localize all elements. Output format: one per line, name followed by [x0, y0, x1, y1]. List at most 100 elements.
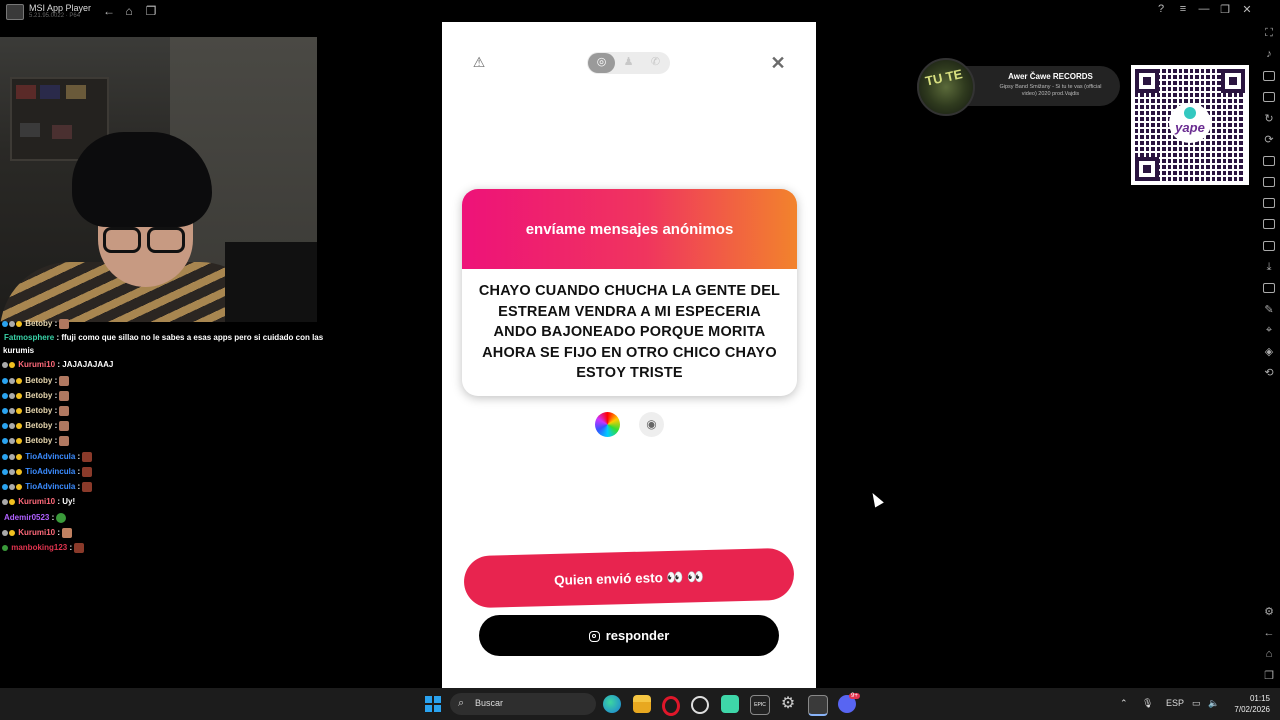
apk-install-icon[interactable]: ⤓: [1261, 261, 1277, 274]
network-icon[interactable]: ▭: [1192, 698, 1201, 709]
yape-qr-code: yape: [1131, 65, 1249, 185]
discord-badge: 9+: [849, 693, 860, 699]
epic-games-icon[interactable]: EPIC: [750, 695, 770, 715]
album-cover: TU TE: [917, 58, 975, 116]
menu-icon[interactable]: ≡: [1175, 3, 1191, 15]
chat-message: Kurumi10 : JAJAJAJAAJ: [2, 359, 113, 370]
who-sent-button[interactable]: Quien envió esto 👀 👀: [463, 547, 795, 609]
tray-chevron-icon[interactable]: ⌃: [1120, 698, 1128, 709]
app-version: 5.21.95.0022 · P64: [29, 13, 81, 19]
clock[interactable]: 01:15 7/02/2026: [1222, 693, 1270, 715]
settings-icon[interactable]: ⚙: [1261, 605, 1277, 618]
game-app-icon[interactable]: [721, 695, 739, 713]
msi-app-player-icon[interactable]: [808, 695, 828, 716]
chat-message: Betoby :: [2, 318, 70, 329]
mouse-cursor-icon: [868, 490, 884, 508]
android-back-icon[interactable]: ←: [1261, 627, 1277, 639]
chat-message: Fatmosphere : ffuji como que sillao no l…: [4, 333, 324, 342]
search-placeholder: Buscar: [475, 698, 504, 708]
clock-time: 01:15: [1249, 694, 1270, 703]
chat-message: Betoby :: [2, 435, 70, 446]
obs-icon[interactable]: [691, 696, 709, 714]
macro-icon[interactable]: [1263, 156, 1275, 166]
music-artist: Awer Čawe RECORDS: [1008, 72, 1093, 81]
keymapping-icon[interactable]: [1263, 71, 1275, 81]
taskbar-search[interactable]: ⌕ Buscar: [450, 693, 596, 715]
window-title: MSI App Player: [29, 3, 92, 13]
gamepad-icon[interactable]: [1263, 92, 1275, 102]
microphone-icon[interactable]: 🎙: [1142, 698, 1153, 709]
webcam-hair: [72, 132, 212, 227]
recent-apps-icon[interactable]: ❐: [143, 4, 159, 18]
app-logo-icon: [6, 4, 24, 20]
chat-message: Ademir0523 :: [2, 512, 67, 523]
android-recents-icon[interactable]: ❐: [1261, 669, 1277, 682]
home-icon[interactable]: ⌂: [121, 4, 137, 18]
back-icon[interactable]: ←: [101, 4, 117, 18]
phone-screen: ⚠ ◎ ♟ ✆ ✕ envíame mensajes anónimos CHAY…: [442, 22, 816, 688]
webcam-chair: [225, 242, 317, 322]
layers-icon[interactable]: ◈: [1261, 345, 1277, 358]
chat-message-continuation: kurumis: [3, 346, 35, 355]
file-explorer-icon[interactable]: [633, 695, 651, 713]
screenshot-icon[interactable]: [1263, 198, 1275, 208]
chat-message: TioAdvincula :: [2, 451, 93, 462]
emulator-sidebar: ⛶ ♪ ↻ ⟳ ⤓ ✎ ⌖ ◈ ⟲ ⚙ ← ⌂ ❐: [1258, 24, 1280, 688]
whatsapp-icon[interactable]: ✆: [642, 55, 669, 68]
clock-date: 7/02/2026: [1234, 705, 1270, 714]
webcam-glasses: [103, 227, 188, 255]
taskbar: ⌕ Buscar EPIC ⚙ 9+ ⌃ 🎙 ESP ▭ 🔈 01:15 7/0…: [0, 688, 1280, 720]
yape-logo: yape: [1169, 103, 1211, 143]
music-song: Gipsy Band Smižany - Si tu te vas (offic…: [999, 84, 1102, 97]
close-button[interactable]: ✕: [767, 52, 789, 74]
location-icon[interactable]: ⌖: [1261, 324, 1277, 337]
eco-mode-icon[interactable]: ✎: [1261, 303, 1277, 316]
share-target-toggle[interactable]: ◎ ♟ ✆: [587, 52, 670, 74]
chat-message: Betoby :: [2, 390, 70, 401]
restore-icon[interactable]: ❐: [1217, 3, 1233, 16]
help-icon[interactable]: ?: [1153, 3, 1169, 15]
chat-message: TioAdvincula :: [2, 466, 93, 477]
shake-icon[interactable]: ⟲: [1261, 366, 1277, 379]
instagram-icon: [588, 631, 600, 642]
now-playing-widget: TU TE Awer Čawe RECORDS Gipsy Band Smiža…: [917, 58, 1120, 116]
close-window-icon[interactable]: ✕: [1239, 3, 1255, 16]
fullscreen-icon[interactable]: ⛶: [1261, 27, 1277, 40]
anonymous-message: CHAYO CUANDO CHUCHA LA GENTE DEL ESTREAM…: [478, 283, 781, 381]
chat-message: Betoby :: [2, 375, 70, 386]
color-picker-icon[interactable]: [595, 412, 620, 437]
chat-message: Betoby :: [2, 420, 70, 431]
settings-app-icon[interactable]: ⚙: [779, 695, 797, 713]
instagram-icon[interactable]: ◎: [588, 55, 615, 68]
sync-icon[interactable]: ⟳: [1261, 133, 1277, 146]
chat-message: manboking123 :: [2, 542, 85, 553]
report-warning-icon[interactable]: ⚠: [469, 54, 489, 71]
chat-message: Kurumi10 : Uy!: [2, 496, 75, 507]
webcam-feed: [0, 37, 317, 322]
card-title: envíame mensajes anónimos: [525, 221, 734, 238]
reply-label: responder: [605, 628, 670, 643]
multi-instance-icon[interactable]: [1263, 283, 1275, 293]
speaker-icon[interactable]: 🔈: [1208, 698, 1219, 709]
record-icon[interactable]: [1263, 219, 1275, 229]
language-indicator[interactable]: ESP: [1166, 698, 1184, 708]
chat-emote: [59, 318, 70, 329]
chat-message: TioAdvincula :: [2, 481, 93, 492]
chat-message: Betoby :: [2, 405, 70, 416]
rotate-icon[interactable]: ↻: [1261, 112, 1277, 125]
reply-button[interactable]: responder: [479, 615, 779, 656]
start-button[interactable]: [425, 696, 441, 712]
search-icon: ⌕: [458, 697, 465, 709]
edge-icon[interactable]: [603, 695, 621, 713]
android-home-icon[interactable]: ⌂: [1261, 648, 1277, 660]
camera-icon[interactable]: ◉: [639, 412, 664, 437]
volume-icon[interactable]: ♪: [1261, 48, 1277, 60]
message-card: envíame mensajes anónimos CHAYO CUANDO C…: [462, 189, 797, 396]
chat-message: Kurumi10 :: [2, 527, 73, 538]
opera-gx-icon[interactable]: [662, 696, 680, 716]
title-bar: MSI App Player 5.21.95.0022 · P64 ← ⌂ ❐ …: [0, 0, 1280, 24]
snapchat-icon[interactable]: ♟: [615, 55, 642, 68]
minimize-icon[interactable]: —: [1196, 3, 1212, 15]
folder-icon[interactable]: [1263, 241, 1275, 251]
performance-icon[interactable]: [1263, 177, 1275, 187]
